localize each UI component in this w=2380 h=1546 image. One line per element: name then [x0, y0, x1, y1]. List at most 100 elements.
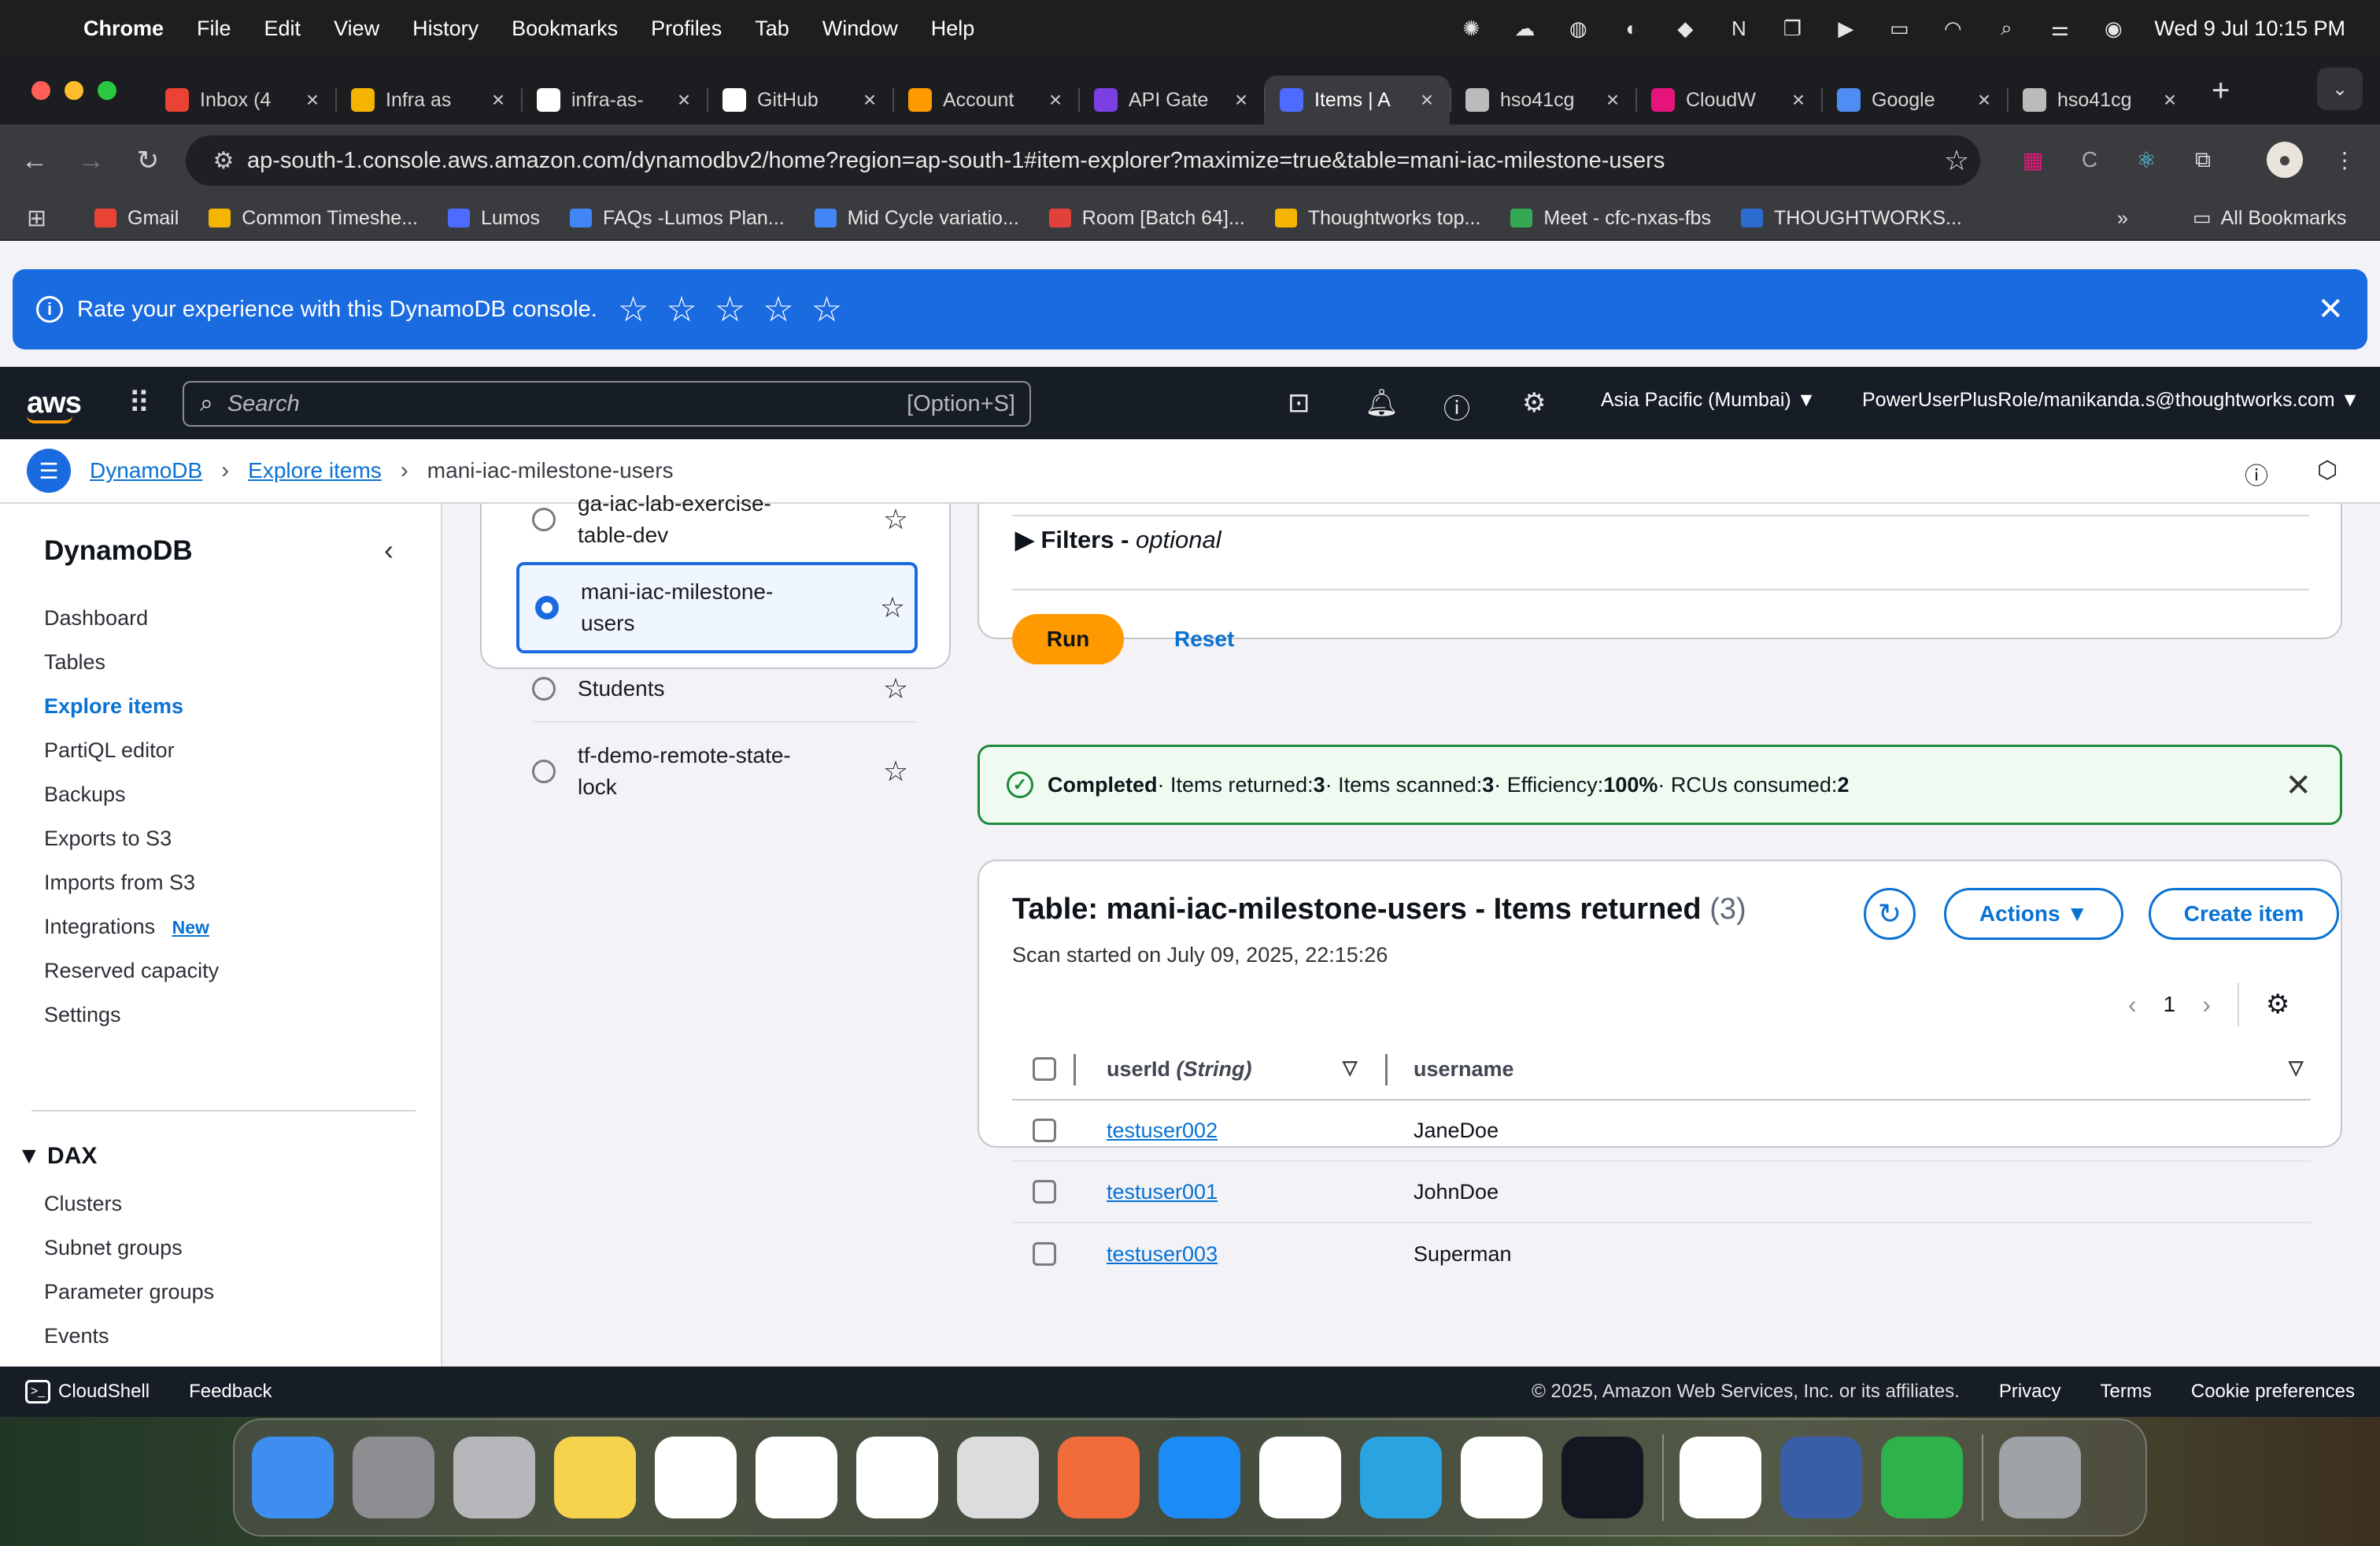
cookie-preferences-link[interactable]: Cookie preferences: [2191, 1381, 2355, 1403]
browser-tab[interactable]: CloudW ×: [1635, 76, 1821, 124]
run-button[interactable]: Run: [1012, 614, 1124, 664]
sidebar-item-settings[interactable]: Settings: [44, 1003, 121, 1027]
bookmark-item[interactable]: Meet - cfc-nxas-fbs: [1510, 207, 1711, 230]
preview-icon[interactable]: [1780, 1437, 1862, 1518]
refresh-button[interactable]: ↻: [1864, 888, 1916, 940]
star-5-icon[interactable]: ☆: [811, 290, 842, 330]
chatgpt-icon[interactable]: [756, 1437, 837, 1518]
wifi-icon[interactable]: ◠: [1940, 17, 1965, 40]
browser-tab[interactable]: hso41cg ×: [1450, 76, 1635, 124]
star-4-icon[interactable]: ☆: [763, 290, 793, 330]
menu-history[interactable]: History: [412, 17, 479, 41]
bookmark-item[interactable]: Gmail: [94, 207, 179, 230]
userid-link[interactable]: testuser001: [1107, 1180, 1218, 1204]
close-tab-icon[interactable]: ×: [1601, 87, 1624, 113]
services-grid-icon[interactable]: ⠿: [128, 386, 150, 421]
sidebar-item-events[interactable]: Events: [44, 1324, 109, 1348]
activity-icon[interactable]: ◐: [1619, 17, 1644, 40]
tradingview-icon[interactable]: [1561, 1437, 1643, 1518]
all-bookmarks-folder[interactable]: ▭ All Bookmarks: [2193, 206, 2346, 230]
radio-button[interactable]: [532, 508, 556, 531]
favorite-star-icon[interactable]: ☆: [874, 503, 918, 536]
window-switch-icon[interactable]: ❐: [1779, 17, 1805, 40]
radio-button[interactable]: [532, 760, 556, 783]
select-all-checkbox[interactable]: [1033, 1057, 1056, 1081]
bookmark-item[interactable]: THOUGHTWORKS...: [1740, 207, 1962, 230]
close-tab-icon[interactable]: ×: [858, 87, 881, 113]
menu-file[interactable]: File: [197, 17, 231, 41]
sort-down-icon[interactable]: ▽: [1343, 1056, 1357, 1079]
table-row[interactable]: testuser003 Superman: [1012, 1223, 2311, 1285]
app-store-icon[interactable]: [1159, 1437, 1240, 1518]
region-selector[interactable]: Asia Pacific (Mumbai) ▼: [1601, 389, 1816, 412]
bookmark-item[interactable]: FAQs -Lumos Plan...: [570, 207, 785, 230]
minimize-window-button[interactable]: [65, 81, 83, 100]
system-settings-icon[interactable]: [353, 1437, 434, 1518]
aws-logo[interactable]: aws: [27, 386, 82, 423]
apps-grid-icon[interactable]: ⊞: [27, 205, 58, 232]
tools-panel-icon[interactable]: ⬡: [2317, 457, 2338, 484]
bookmark-item[interactable]: Lumos: [447, 207, 540, 230]
sidebar-item-integrations[interactable]: Integrations New: [44, 915, 209, 939]
close-banner-icon[interactable]: ✕: [2317, 291, 2344, 327]
actions-button[interactable]: Actions ▼: [1944, 888, 2123, 940]
site-info-icon[interactable]: ⚙: [200, 147, 247, 175]
browser-tab[interactable]: Google ×: [1821, 76, 2007, 124]
aws-search-input[interactable]: ⌕ Search [Option+S]: [183, 381, 1031, 427]
play-icon[interactable]: ▶: [1833, 17, 1858, 40]
sidebar-item-reserved-capacity[interactable]: Reserved capacity: [44, 959, 219, 983]
sidebar-item-imports-from-s3[interactable]: Imports from S3: [44, 871, 195, 895]
address-url[interactable]: ap-south-1.console.aws.amazon.com/dynamo…: [247, 148, 1933, 174]
sidebar-item-dashboard[interactable]: Dashboard: [44, 606, 148, 631]
radio-button[interactable]: [532, 677, 556, 701]
favorite-star-icon[interactable]: ☆: [874, 672, 918, 705]
sort-down-icon[interactable]: ▽: [2289, 1056, 2303, 1079]
menu-edit[interactable]: Edit: [264, 17, 301, 41]
bookmark-item[interactable]: Thoughtworks top...: [1274, 207, 1480, 230]
row-checkbox[interactable]: [1033, 1119, 1056, 1142]
reload-button[interactable]: ↻: [126, 139, 170, 183]
mongodb-icon[interactable]: [1461, 1437, 1543, 1518]
close-tab-icon[interactable]: ×: [1787, 87, 1810, 113]
react-devtools-icon[interactable]: ⚛: [2128, 142, 2164, 178]
cloudshell-button[interactable]: >_ CloudShell: [25, 1380, 150, 1404]
cloud-sync-icon[interactable]: ☁: [1512, 17, 1537, 40]
profile-avatar[interactable]: ●: [2267, 142, 2303, 178]
extension-grid-icon[interactable]: ▦: [2015, 142, 2051, 178]
menu-help[interactable]: Help: [931, 17, 975, 41]
row-checkbox[interactable]: [1033, 1180, 1056, 1204]
control-center-icon[interactable]: ⚌: [2047, 17, 2072, 40]
notes-icon[interactable]: [554, 1437, 636, 1518]
postman-icon[interactable]: [1058, 1437, 1140, 1518]
chevron-right-icon[interactable]: ›: [2202, 990, 2211, 1019]
star-2-icon[interactable]: ☆: [666, 290, 697, 330]
browser-tab[interactable]: hso41cg ×: [2007, 76, 2193, 124]
star-1-icon[interactable]: ☆: [618, 290, 649, 330]
table-preferences-gear-icon[interactable]: ⚙: [2266, 989, 2289, 1020]
bookmark-star-icon[interactable]: ☆: [1933, 144, 1980, 177]
tab-search-button[interactable]: ⌄: [2317, 68, 2363, 110]
menubar-clock[interactable]: Wed 9 Jul 10:15 PM: [2154, 17, 2345, 41]
account-role-menu[interactable]: PowerUserPlusRole/manikanda.s@thoughtwor…: [1862, 389, 2360, 412]
vpn-globe-icon[interactable]: ◍: [1565, 17, 1591, 40]
bookmark-item[interactable]: Mid Cycle variatio...: [814, 207, 1019, 230]
sidebar-item-partiql-editor[interactable]: PartiQL editor: [44, 738, 175, 763]
telegram-icon[interactable]: [1360, 1437, 1442, 1518]
dax-section-toggle[interactable]: ▼ DAX: [17, 1143, 97, 1170]
browser-tab[interactable]: GitHub ×: [707, 76, 893, 124]
column-header-userid[interactable]: userId (String): [1107, 1057, 1252, 1082]
breadcrumb-dynamodb[interactable]: DynamoDB: [90, 458, 202, 483]
close-icon[interactable]: ✕: [2285, 767, 2312, 804]
browser-tab[interactable]: Items | A ×: [1264, 76, 1450, 124]
favorite-star-icon[interactable]: ☆: [870, 591, 915, 624]
chrome-icon[interactable]: [856, 1437, 938, 1518]
close-tab-icon[interactable]: ×: [1229, 87, 1253, 113]
chatgpt-status-icon[interactable]: ✺: [1458, 17, 1484, 40]
row-checkbox[interactable]: [1033, 1242, 1056, 1266]
battery-icon[interactable]: ▭: [1887, 17, 1912, 40]
address-bar[interactable]: ⚙ ap-south-1.console.aws.amazon.com/dyna…: [186, 135, 1980, 186]
userid-link[interactable]: testuser003: [1107, 1242, 1218, 1266]
extensions-puzzle-icon[interactable]: ⧉: [2185, 142, 2221, 178]
close-tab-icon[interactable]: ×: [301, 87, 324, 113]
feedback-link[interactable]: Feedback: [189, 1381, 272, 1403]
